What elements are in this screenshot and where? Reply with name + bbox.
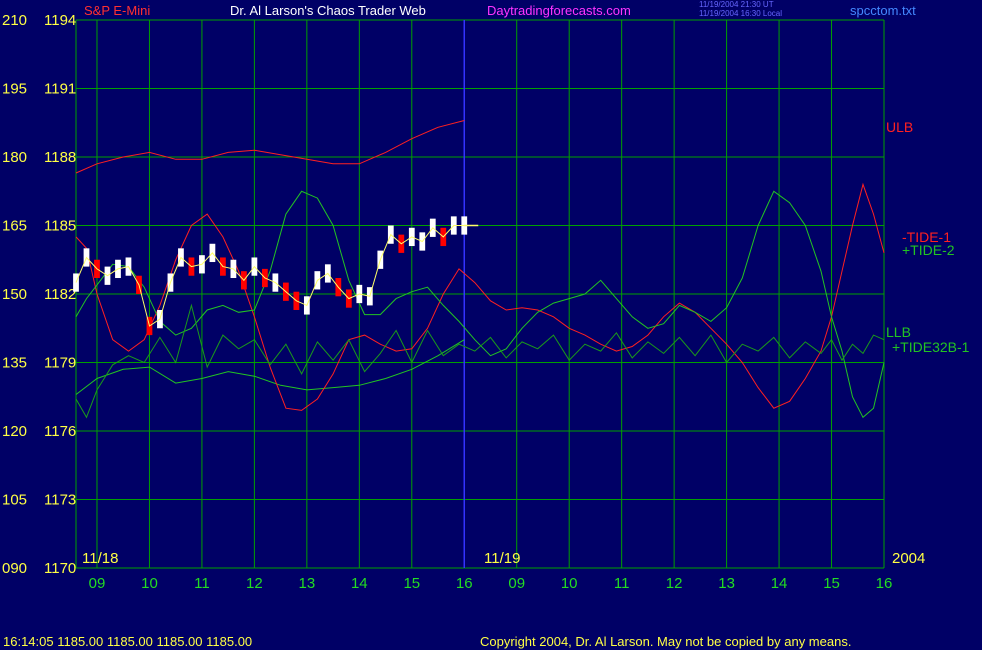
x-tick-label: 13 (299, 575, 316, 592)
chart-title: Dr. Al Larson's Chaos Trader Web (230, 3, 426, 18)
x-tick-label: 15 (823, 575, 840, 592)
series-label-llb: LLB (886, 324, 911, 340)
y-tick-label-left: 150 (2, 286, 27, 303)
series-label-ulb: ULB (886, 119, 913, 135)
y-tick-label-left: 210 (2, 12, 27, 29)
y-tick-label-left: 165 (2, 218, 27, 235)
y-tick-label-right: 1176 (44, 423, 76, 440)
x-tick-label: 16 (876, 575, 893, 592)
y-tick-label-left: 195 (2, 81, 27, 98)
filename-label: spcctom.txt (850, 3, 916, 18)
instrument-label: S&P E-Mini (84, 3, 151, 18)
y-tick-label-right: 1173 (44, 492, 76, 509)
year-label: 2004 (892, 550, 926, 567)
y-tick-label-left: 105 (2, 492, 27, 509)
x-tick-label: 09 (89, 575, 106, 592)
x-tick-label: 10 (561, 575, 578, 592)
x-tick-label: 11 (194, 575, 210, 592)
y-tick-label-right: 1182 (44, 286, 76, 303)
x-tick-label: 13 (718, 575, 735, 592)
y-tick-label-right: 1170 (44, 560, 76, 577)
y-tick-label-left: 135 (2, 355, 27, 372)
y-tick-label-right: 1191 (44, 81, 76, 98)
y-tick-label-left: 180 (2, 149, 27, 166)
y-tick-label-right: 1185 (44, 218, 76, 235)
date-label-2: 11/19 (484, 550, 521, 567)
footer-copyright: Copyright 2004, Dr. Al Larson. May not b… (480, 634, 852, 649)
series-label-tide-2: +TIDE-2 (902, 242, 955, 258)
x-tick-label: 09 (508, 575, 525, 592)
x-tick-label: 11 (614, 575, 630, 592)
x-tick-label: 14 (351, 575, 368, 592)
y-tick-label-right: 1188 (44, 149, 76, 166)
timestamp-ut: 11/19/2004 21:30 UT (699, 0, 774, 9)
y-tick-label-left: 120 (2, 423, 27, 440)
y-tick-label-right: 1194 (44, 12, 76, 29)
x-tick-label: 14 (771, 575, 788, 592)
x-tick-label: 10 (141, 575, 158, 592)
x-tick-label: 12 (246, 575, 263, 592)
website-label: Daytradingforecasts.com (487, 3, 631, 18)
x-tick-label: 16 (456, 575, 473, 592)
x-tick-label: 15 (403, 575, 420, 592)
y-tick-label-right: 1179 (44, 355, 76, 372)
footer-quote: 16:14:05 1185.00 1185.00 1185.00 1185.00 (3, 634, 253, 649)
y-tick-label-left: 090 (2, 560, 27, 577)
series-label-tide32b-1: +TIDE32B-1 (892, 339, 970, 355)
x-tick-label: 12 (666, 575, 683, 592)
timestamp-local: 11/19/2004 16:30 Local (699, 9, 783, 18)
date-label-1: 11/18 (82, 550, 119, 567)
